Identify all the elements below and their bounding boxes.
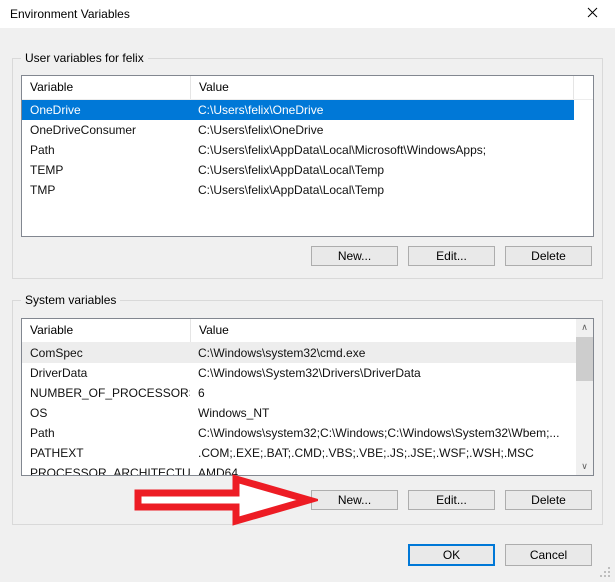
cell-variable: Path (22, 140, 190, 160)
table-row[interactable]: TEMP C:\Users\felix\AppData\Local\Temp (22, 160, 574, 180)
cell-variable: ComSpec (22, 343, 190, 363)
close-icon (587, 7, 598, 21)
cell-variable: OneDrive (22, 100, 190, 120)
cell-variable: DriverData (22, 363, 190, 383)
cell-value: C:\Windows\system32\cmd.exe (190, 343, 576, 363)
cell-value: 6 (190, 383, 576, 403)
table-row[interactable]: OneDrive C:\Users\felix\OneDrive (22, 100, 574, 120)
system-table-scrollbar[interactable]: ∧ ∨ (576, 319, 593, 475)
cell-value: C:\Users\felix\AppData\Local\Temp (190, 160, 574, 180)
cell-variable: OS (22, 403, 190, 423)
cancel-button[interactable]: Cancel (505, 544, 592, 566)
window-title: Environment Variables (0, 7, 130, 21)
titlebar: Environment Variables (0, 0, 615, 28)
user-column-header-value[interactable]: Value (190, 76, 574, 99)
table-row[interactable]: Path C:\Windows\system32;C:\Windows;C:\W… (22, 423, 576, 443)
scrollbar-thumb[interactable] (576, 337, 593, 381)
system-variables-table: Variable Value ComSpec C:\Windows\system… (21, 318, 594, 476)
cell-value: C:\Users\felix\OneDrive (190, 100, 574, 120)
cell-variable: NUMBER_OF_PROCESSORS (22, 383, 190, 403)
user-new-button[interactable]: New... (311, 246, 398, 266)
table-row[interactable]: ComSpec C:\Windows\system32\cmd.exe (22, 343, 576, 363)
ok-button[interactable]: OK (408, 544, 495, 566)
system-column-header-value[interactable]: Value (190, 319, 593, 342)
table-row[interactable]: PROCESSOR_ARCHITECTURE AMD64 (22, 463, 576, 476)
cell-value: C:\Users\felix\AppData\Local\Temp (190, 180, 574, 200)
resize-grip-icon[interactable] (608, 575, 610, 577)
user-delete-button[interactable]: Delete (505, 246, 592, 266)
system-new-button[interactable]: New... (311, 490, 398, 510)
scroll-down-icon[interactable]: ∨ (576, 458, 593, 475)
system-delete-button[interactable]: Delete (505, 490, 592, 510)
cell-variable: OneDriveConsumer (22, 120, 190, 140)
system-edit-button[interactable]: Edit... (408, 490, 495, 510)
cell-value: C:\Windows\system32;C:\Windows;C:\Window… (190, 423, 576, 443)
system-table-header: Variable Value (22, 319, 593, 343)
table-row[interactable]: OS Windows_NT (22, 403, 576, 423)
system-variables-group-label: System variables (21, 293, 120, 307)
cell-value: C:\Users\felix\AppData\Local\Microsoft\W… (190, 140, 574, 160)
user-edit-button[interactable]: Edit... (408, 246, 495, 266)
cell-variable: TMP (22, 180, 190, 200)
cell-variable: PROCESSOR_ARCHITECTURE (22, 463, 190, 476)
cell-value: C:\Users\felix\OneDrive (190, 120, 574, 140)
system-column-header-variable[interactable]: Variable (22, 319, 190, 342)
cell-variable: Path (22, 423, 190, 443)
close-button[interactable] (570, 0, 615, 28)
table-row[interactable]: TMP C:\Users\felix\AppData\Local\Temp (22, 180, 574, 200)
table-row[interactable]: OneDriveConsumer C:\Users\felix\OneDrive (22, 120, 574, 140)
user-table-header: Variable Value (22, 76, 593, 100)
cell-value: C:\Windows\System32\Drivers\DriverData (190, 363, 576, 383)
user-variables-group-label: User variables for felix (21, 51, 148, 65)
table-row[interactable]: DriverData C:\Windows\System32\Drivers\D… (22, 363, 576, 383)
cell-variable: TEMP (22, 160, 190, 180)
scroll-up-icon[interactable]: ∧ (576, 319, 593, 336)
cell-value: Windows_NT (190, 403, 576, 423)
table-row[interactable]: NUMBER_OF_PROCESSORS 6 (22, 383, 576, 403)
user-column-header-variable[interactable]: Variable (22, 76, 190, 99)
table-row[interactable]: PATHEXT .COM;.EXE;.BAT;.CMD;.VBS;.VBE;.J… (22, 443, 576, 463)
table-row[interactable]: Path C:\Users\felix\AppData\Local\Micros… (22, 140, 574, 160)
user-variables-table: Variable Value OneDrive C:\Users\felix\O… (21, 75, 594, 237)
cell-variable: PATHEXT (22, 443, 190, 463)
cell-value: AMD64 (190, 463, 576, 476)
cell-value: .COM;.EXE;.BAT;.CMD;.VBS;.VBE;.JS;.JSE;.… (190, 443, 576, 463)
